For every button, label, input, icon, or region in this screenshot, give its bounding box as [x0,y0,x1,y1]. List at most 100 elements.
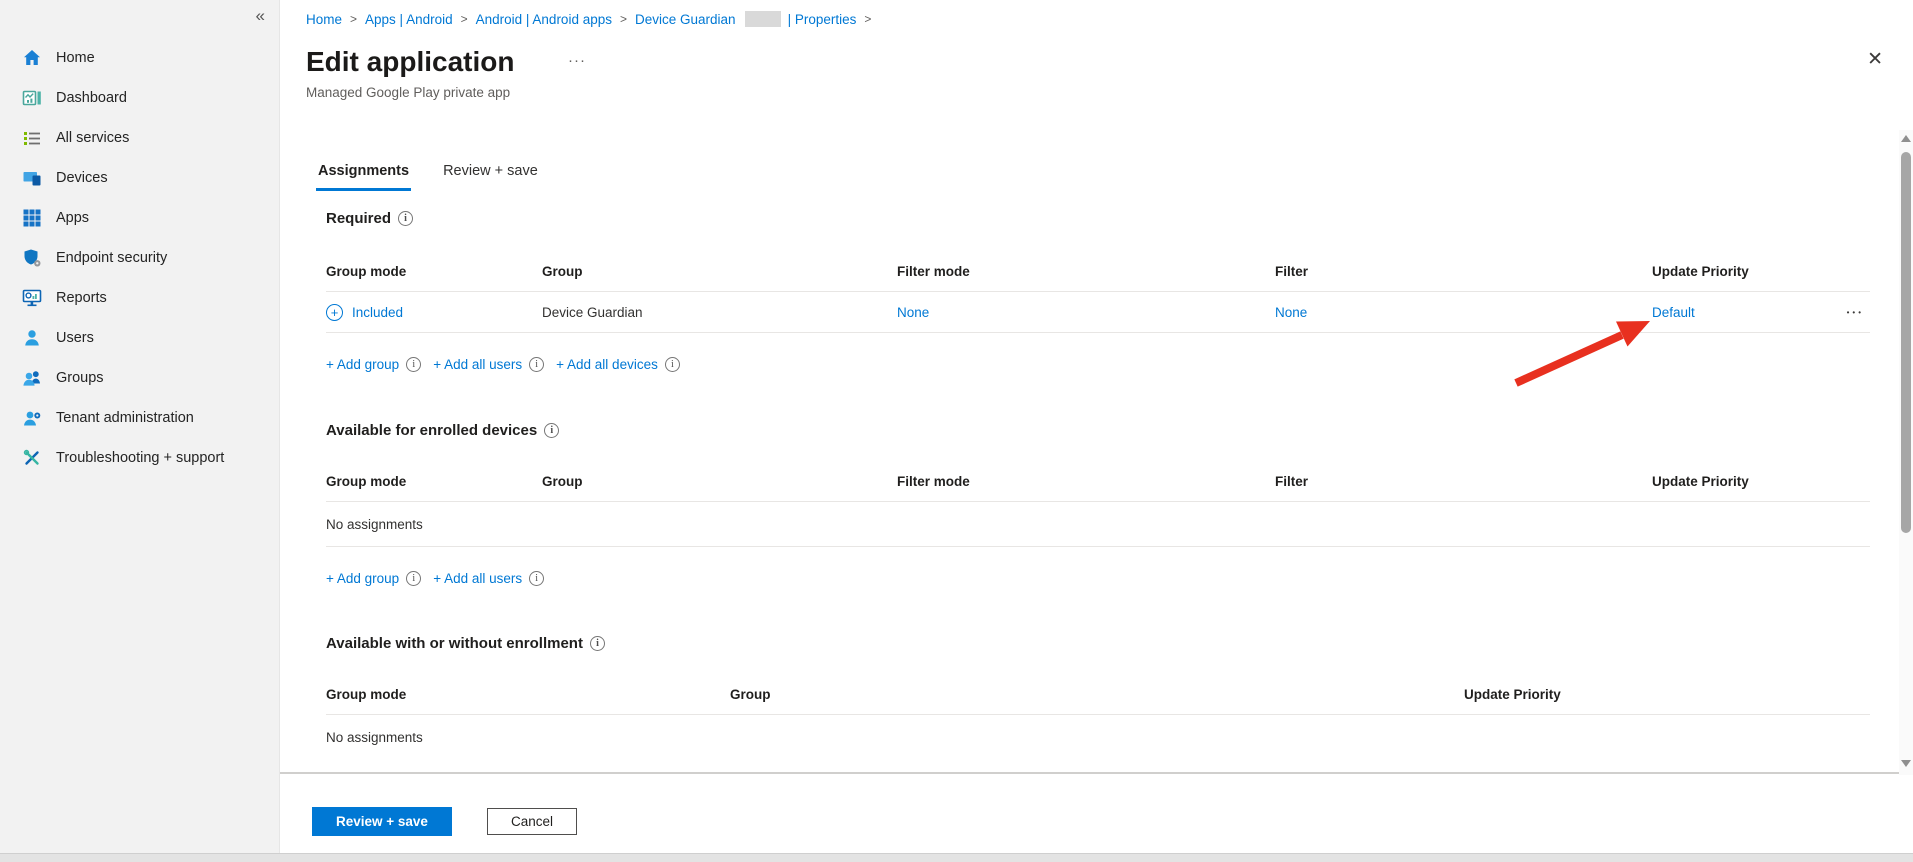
tab-assignments[interactable]: Assignments [316,163,411,191]
sidebar-item-all-services[interactable]: All services [0,118,279,158]
col-update-priority: Update Priority [1652,264,1814,279]
breadcrumb-android-apps[interactable]: Android | Android apps [476,12,612,27]
col-group-mode: Group mode [326,264,542,279]
chevron-right-icon: > [620,12,627,26]
info-icon[interactable]: i [544,423,559,438]
add-group-link[interactable]: + Add group [326,571,399,586]
tab-bar: Assignments Review + save [316,163,540,191]
row-context-menu-icon[interactable]: ••• [1814,308,1870,317]
breadcrumb-properties: | Properties [788,12,857,27]
tab-review-save[interactable]: Review + save [441,163,540,191]
page-title: Edit application [306,46,514,78]
breadcrumb-app-properties[interactable]: Device Guardian| Properties [635,11,856,27]
enrolled-links: + Add group i + Add all users i [326,567,1870,589]
info-icon[interactable]: i [406,357,421,372]
sidebar-item-dashboard[interactable]: Dashboard [0,78,279,118]
without-enrollment-table: Group mode Group Update Priority No assi… [326,675,1870,760]
sidebar-item-label: Apps [56,210,89,226]
col-group-mode: Group mode [326,474,542,489]
user-icon [22,328,42,348]
sidebar-item-users[interactable]: Users [0,318,279,358]
col-group: Group [542,474,897,489]
breadcrumb-apps-android[interactable]: Apps | Android [365,12,453,27]
add-all-users-link[interactable]: + Add all users [433,357,522,372]
sidebar-item-home[interactable]: Home [0,38,279,78]
all-services-icon [22,128,42,148]
sidebar: « Home Dashboard [0,0,280,862]
sidebar-item-groups[interactable]: Groups [0,358,279,398]
home-icon [22,48,42,68]
filter-mode-link[interactable]: None [897,305,1275,320]
no-assignments-row: No assignments [326,715,1870,760]
page-subtitle: Managed Google Play private app [306,85,510,100]
breadcrumb: Home > Apps | Android > Android | Androi… [306,11,879,27]
info-icon[interactable]: i [406,571,421,586]
info-icon[interactable]: i [590,636,605,651]
group-icon [22,368,42,388]
sidebar-item-label: Dashboard [56,90,127,106]
vertical-scrollbar[interactable] [1899,130,1913,775]
close-icon[interactable]: ✕ [1867,50,1883,69]
info-icon[interactable]: i [665,357,680,372]
add-all-users-link[interactable]: + Add all users [433,571,522,586]
apps-icon [22,208,42,228]
sidebar-item-label: Devices [56,170,108,186]
enrolled-table: Group mode Group Filter mode Filter Upda… [326,462,1870,547]
sidebar-nav: Home Dashboard [0,38,279,478]
main-panel: Home > Apps | Android > Android | Androi… [280,0,1913,862]
add-all-devices-link[interactable]: + Add all devices [556,357,658,372]
required-table: Group mode Group Filter mode Filter Upda… [326,252,1870,333]
col-update-priority: Update Priority [1652,474,1814,489]
sidebar-item-label: All services [56,130,129,146]
no-assignments-row: No assignments [326,502,1870,547]
sidebar-item-label: Troubleshooting + support [56,450,224,466]
sidebar-item-reports[interactable]: Reports [0,278,279,318]
section-title-text: Available with or without enrollment [326,635,583,652]
sidebar-item-endpoint-security[interactable]: Endpoint security [0,238,279,278]
col-group: Group [730,687,1464,702]
info-icon[interactable]: i [529,571,544,586]
sidebar-item-label: Endpoint security [56,250,167,266]
sidebar-item-apps[interactable]: Apps [0,198,279,238]
table-header-row: Group mode Group Update Priority [326,675,1870,715]
section-title-without-enrollment: Available with or without enrollment i [326,633,1870,653]
info-icon[interactable]: i [529,357,544,372]
filter-link[interactable]: None [1275,305,1652,320]
footer-bar: Review + save Cancel [280,772,1913,853]
required-links: + Add group i + Add all users i + Add al… [326,353,1870,375]
sidebar-item-label: Users [56,330,94,346]
update-priority-link[interactable]: Default [1652,305,1814,320]
section-title-text: Required [326,210,391,227]
sidebar-item-tenant-administration[interactable]: Tenant administration [0,398,279,438]
included-cell[interactable]: + Included [326,304,542,321]
cancel-button[interactable]: Cancel [487,808,577,835]
group-value: Device Guardian [542,305,897,320]
redacted-text-block [745,11,781,27]
group-mode-value: Included [352,305,403,320]
sidebar-collapse-icon[interactable]: « [256,6,265,26]
chevron-right-icon: > [350,12,357,26]
info-icon[interactable]: i [398,211,413,226]
dashboard-icon [22,88,42,108]
sidebar-item-devices[interactable]: Devices [0,158,279,198]
col-filter-mode: Filter mode [897,474,1275,489]
devices-icon [22,168,42,188]
col-filter-mode: Filter mode [897,264,1275,279]
chevron-right-icon: > [864,12,871,26]
title-context-menu-icon[interactable]: ··· [568,52,586,69]
sidebar-item-label: Reports [56,290,107,306]
table-header-row: Group mode Group Filter mode Filter Upda… [326,252,1870,292]
window-bottom-strip [0,853,1913,862]
reports-icon [22,288,42,308]
scrollbar-thumb[interactable] [1901,152,1911,533]
section-title-text: Available for enrolled devices [326,422,537,439]
scroll-down-arrow-icon[interactable] [1901,760,1911,767]
breadcrumb-home[interactable]: Home [306,12,342,27]
scroll-up-arrow-icon[interactable] [1901,135,1911,142]
sidebar-item-troubleshooting-support[interactable]: Troubleshooting + support [0,438,279,478]
table-header-row: Group mode Group Filter mode Filter Upda… [326,462,1870,502]
col-group-mode: Group mode [326,687,730,702]
review-save-button[interactable]: Review + save [312,807,452,836]
sidebar-item-label: Groups [56,370,104,386]
add-group-link[interactable]: + Add group [326,357,399,372]
